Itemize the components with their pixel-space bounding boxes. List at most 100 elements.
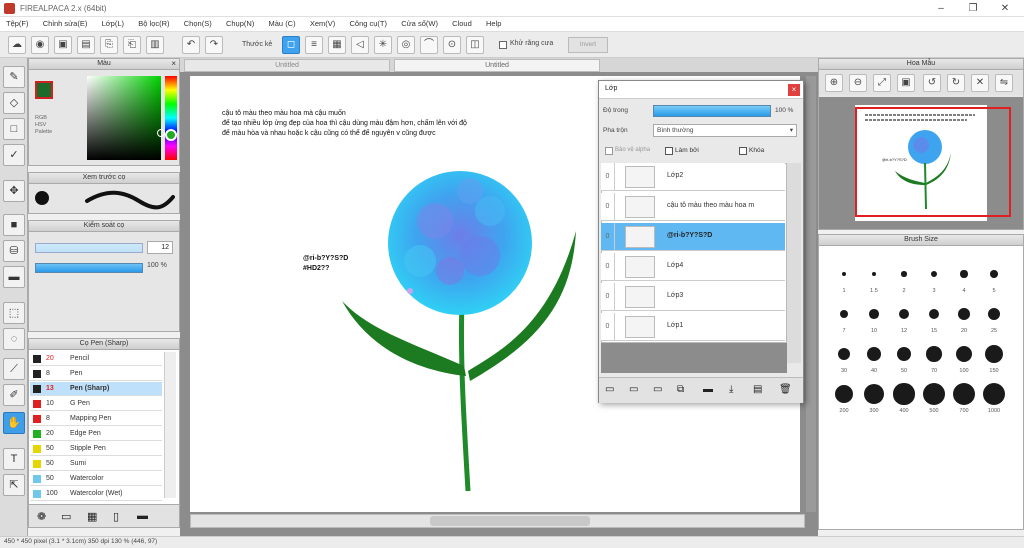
- menu-edit[interactable]: Chỉnh sửa(E): [37, 17, 94, 30]
- duplicate-layer-icon[interactable]: ⧉: [677, 384, 684, 395]
- brush-size-dot[interactable]: [869, 309, 879, 319]
- brush-size-dot[interactable]: [893, 383, 915, 405]
- pen-edit-icon[interactable]: ✐: [3, 384, 25, 406]
- paste-icon[interactable]: ⎗: [123, 36, 141, 54]
- copy-icon[interactable]: ⎘: [100, 36, 118, 54]
- tab-untitled-1[interactable]: Untitled: [184, 59, 390, 72]
- dot-tool-icon[interactable]: □: [3, 118, 25, 140]
- tab-untitled-2[interactable]: Untitled: [394, 59, 600, 72]
- layout-icon[interactable]: ▥: [146, 36, 164, 54]
- fit-icon[interactable]: ⤢: [873, 74, 891, 92]
- brush-size-dot[interactable]: [984, 344, 1004, 364]
- ruler-off-icon[interactable]: ◻: [282, 36, 300, 54]
- brush-list-item[interactable]: 13 Pen (Sharp): [30, 382, 162, 396]
- ruler-symmetry-icon[interactable]: ◫: [466, 36, 484, 54]
- menu-file[interactable]: Tệp(F): [0, 17, 35, 30]
- minimize-button[interactable]: –: [926, 1, 956, 16]
- saturation-value-picker[interactable]: [87, 76, 161, 160]
- palette-tab[interactable]: Palette: [35, 129, 52, 136]
- export-icon[interactable]: ▤: [77, 36, 95, 54]
- brush-folder-icon[interactable]: ▬: [137, 510, 148, 522]
- zoom-in-icon[interactable]: ⊕: [825, 74, 843, 92]
- ruler-parallel-icon[interactable]: ≡: [305, 36, 323, 54]
- ruler-perspective-icon[interactable]: ◁: [351, 36, 369, 54]
- new-folder-icon[interactable]: ▬: [703, 384, 713, 395]
- rotate-left-icon[interactable]: ↺: [923, 74, 941, 92]
- new-layer-icon[interactable]: ▭: [605, 384, 614, 395]
- rotate-right-icon[interactable]: ↻: [947, 74, 965, 92]
- eyedropper-tool-icon[interactable]: ⟋: [3, 358, 25, 380]
- brush-size-dot[interactable]: [901, 271, 907, 277]
- flip-icon[interactable]: ⇋: [995, 74, 1013, 92]
- layer-row[interactable]: 0 Lớp4: [601, 253, 785, 281]
- menu-color[interactable]: Màu (C): [263, 17, 302, 30]
- brush-new-icon[interactable]: ▭: [61, 510, 71, 523]
- brush-size-dot[interactable]: [867, 347, 881, 361]
- layer-visibility-icon[interactable]: 0: [601, 223, 615, 251]
- layer-close-icon[interactable]: ×: [788, 84, 800, 96]
- color-picker-handle[interactable]: [157, 129, 165, 137]
- layer-row[interactable]: 0 Lớp1: [601, 313, 785, 341]
- zoom-out-icon[interactable]: ⊖: [849, 74, 867, 92]
- select-check-icon[interactable]: ✓: [3, 144, 25, 166]
- brush-list-item[interactable]: 20 Edge Pen: [30, 427, 162, 441]
- menu-view[interactable]: Xem(V): [304, 17, 341, 30]
- brush-list-item[interactable]: 100 Watercolor (Wet): [30, 487, 162, 501]
- brush-size-dot[interactable]: [960, 270, 968, 278]
- undo-icon[interactable]: ↶: [182, 36, 200, 54]
- gradient-tool-icon[interactable]: ▬: [3, 266, 25, 288]
- ruler-curve-icon[interactable]: ⌒: [420, 36, 438, 54]
- layer-row[interactable]: 0 cậu tô màu theo màu hoa m: [601, 193, 785, 221]
- rgb-tab[interactable]: RGB: [35, 115, 52, 122]
- invert-button[interactable]: Invert: [568, 37, 608, 53]
- layer-list-scrollbar[interactable]: [787, 163, 801, 363]
- close-window-button[interactable]: ✕: [990, 1, 1020, 16]
- eraser-tool-icon[interactable]: ◇: [3, 92, 25, 114]
- canvas-vscrollbar[interactable]: [806, 76, 816, 512]
- brush-size-dot[interactable]: [990, 270, 998, 278]
- brush-list-item[interactable]: 50 Watercolor: [30, 472, 162, 486]
- brush-size-dot[interactable]: [958, 308, 970, 320]
- ruler-grid-icon[interactable]: ▦: [328, 36, 346, 54]
- layer-visibility-icon[interactable]: 0: [601, 163, 615, 191]
- hue-slider[interactable]: [165, 76, 177, 160]
- lasso-tool-icon[interactable]: ◌: [3, 328, 25, 350]
- layer-row[interactable]: 0 Lớp2: [601, 163, 785, 191]
- brush-import-icon[interactable]: ▯: [113, 510, 119, 523]
- menu-filter[interactable]: Bộ lọc(R): [132, 17, 175, 30]
- brush-list-item[interactable]: 10 G Pen: [30, 397, 162, 411]
- brush-list-item[interactable]: 50 Stipple Pen: [30, 442, 162, 456]
- color-panel-close-icon[interactable]: ×: [171, 59, 176, 69]
- menu-tools[interactable]: Công cụ(T): [344, 17, 394, 30]
- menu-select[interactable]: Chọn(S): [178, 17, 218, 30]
- bucket-tool-icon[interactable]: ⛁: [3, 240, 25, 262]
- ruler-concentric-icon[interactable]: ⊙: [443, 36, 461, 54]
- new-file-icon[interactable]: ☁: [8, 36, 26, 54]
- brush-size-dot[interactable]: [863, 383, 885, 405]
- layer-row[interactable]: 0 Lớp3: [601, 283, 785, 311]
- menu-window[interactable]: Cửa sổ(W): [395, 17, 444, 30]
- open-file-icon[interactable]: ◉: [31, 36, 49, 54]
- canvas-hscroll-thumb[interactable]: [430, 516, 590, 526]
- layer-row[interactable]: 0 @ri-b?Y?S?D: [601, 223, 785, 251]
- layer-visibility-icon[interactable]: 0: [601, 313, 615, 341]
- fill-rect-icon[interactable]: ■: [3, 214, 25, 236]
- text-tool-icon[interactable]: T: [3, 448, 25, 470]
- layer-visibility-icon[interactable]: 0: [601, 193, 615, 221]
- brush-opacity-slider[interactable]: [35, 263, 143, 273]
- antialias-checkbox[interactable]: [499, 41, 507, 49]
- navigator-view[interactable]: @ri-b?Y?S?D: [819, 97, 1023, 229]
- brush-list-item[interactable]: 8 Pen: [30, 367, 162, 381]
- save-icon[interactable]: ▣: [54, 36, 72, 54]
- menu-layer[interactable]: Lớp(L): [96, 17, 130, 30]
- menu-help[interactable]: Help: [480, 17, 507, 30]
- brush-size-dot[interactable]: [953, 383, 975, 405]
- layer-visibility-icon[interactable]: 0: [601, 283, 615, 311]
- primary-color-swatch[interactable]: [35, 81, 53, 99]
- restore-button[interactable]: ❐: [958, 1, 988, 16]
- redo-icon[interactable]: ↷: [205, 36, 223, 54]
- hsv-tab[interactable]: HSV: [35, 122, 52, 129]
- layer-visibility-icon[interactable]: 0: [601, 253, 615, 281]
- brush-list-scrollbar[interactable]: [164, 352, 176, 498]
- move-tool-icon[interactable]: ✥: [3, 180, 25, 202]
